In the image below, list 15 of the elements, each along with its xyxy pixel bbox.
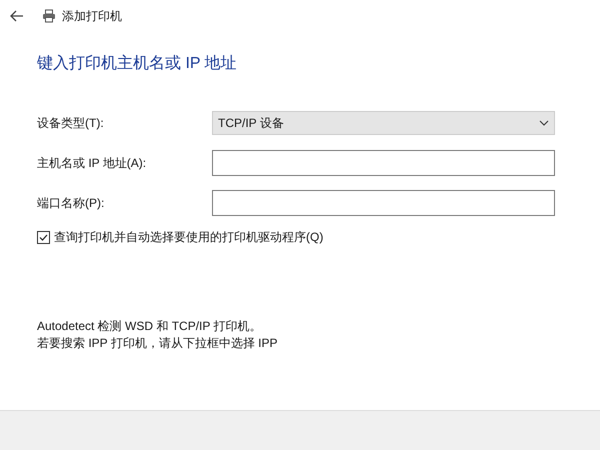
printer-icon bbox=[42, 9, 56, 23]
checkbox[interactable] bbox=[37, 230, 50, 244]
input-field[interactable] bbox=[212, 150, 555, 176]
input-field[interactable] bbox=[212, 190, 555, 216]
chevron-down-icon bbox=[539, 120, 549, 126]
field-label: 设备类型(T): bbox=[37, 115, 105, 132]
window-title: 添加打印机 bbox=[62, 8, 122, 25]
page-heading: 键入打印机主机名或 IP 地址 bbox=[37, 54, 238, 74]
back-arrow-icon[interactable] bbox=[10, 10, 24, 22]
checkbox-label[interactable]: 查询打印机并自动选择要使用的打印机驱动程序(Q) bbox=[54, 228, 324, 246]
field-label: 端口名称(P): bbox=[37, 195, 106, 212]
field-label: 主机名或 IP 地址(A): bbox=[37, 155, 148, 172]
device-type-dropdown[interactable]: TCP/IP 设备 bbox=[212, 111, 555, 135]
info-text: Autodetect 检测 WSD 和 TCP/IP 打印机。 bbox=[37, 318, 262, 335]
info-text: 若要搜索 IPP 打印机，请从下拉框中选择 IPP bbox=[37, 335, 278, 352]
